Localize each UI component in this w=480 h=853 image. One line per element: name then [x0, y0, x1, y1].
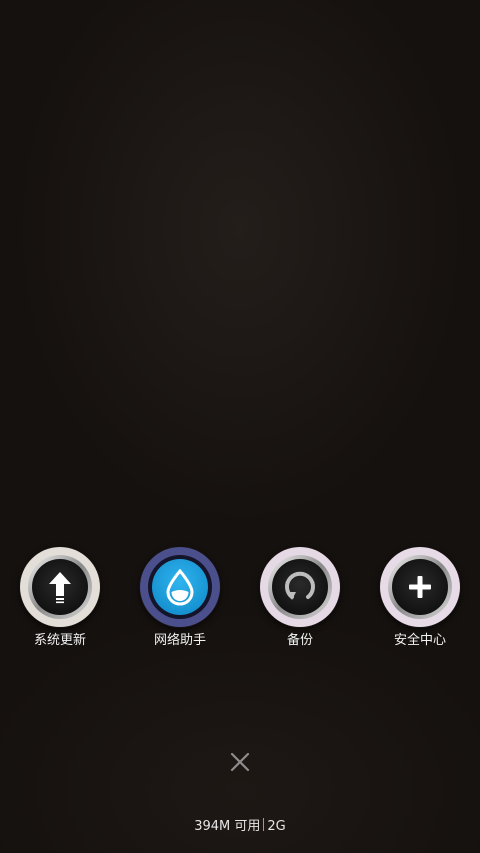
- close-button[interactable]: [222, 744, 258, 780]
- separator: [263, 818, 265, 831]
- app-security-center[interactable]: 安全中心: [360, 546, 480, 656]
- memory-status: 394M 可用 2G: [0, 818, 480, 836]
- backup-refresh-icon: [259, 546, 341, 628]
- app-label: 系统更新: [33, 633, 86, 648]
- water-drop-icon: [139, 546, 221, 628]
- memory-available: 394M 可用: [194, 819, 261, 834]
- app-network-assistant[interactable]: 网络助手: [120, 546, 240, 656]
- app-label: 备份: [286, 633, 313, 648]
- app-system-update[interactable]: 系统更新: [0, 546, 120, 656]
- plus-icon: [379, 546, 461, 628]
- app-backup[interactable]: 备份: [240, 546, 360, 656]
- app-grid: 系统更新 网络助手 备份 安全中心: [0, 546, 480, 656]
- close-icon: [230, 752, 250, 772]
- app-label: 网络助手: [153, 633, 206, 648]
- arrow-up-icon: [19, 546, 101, 628]
- memory-total: 2G: [267, 819, 286, 834]
- app-label: 安全中心: [393, 633, 446, 648]
